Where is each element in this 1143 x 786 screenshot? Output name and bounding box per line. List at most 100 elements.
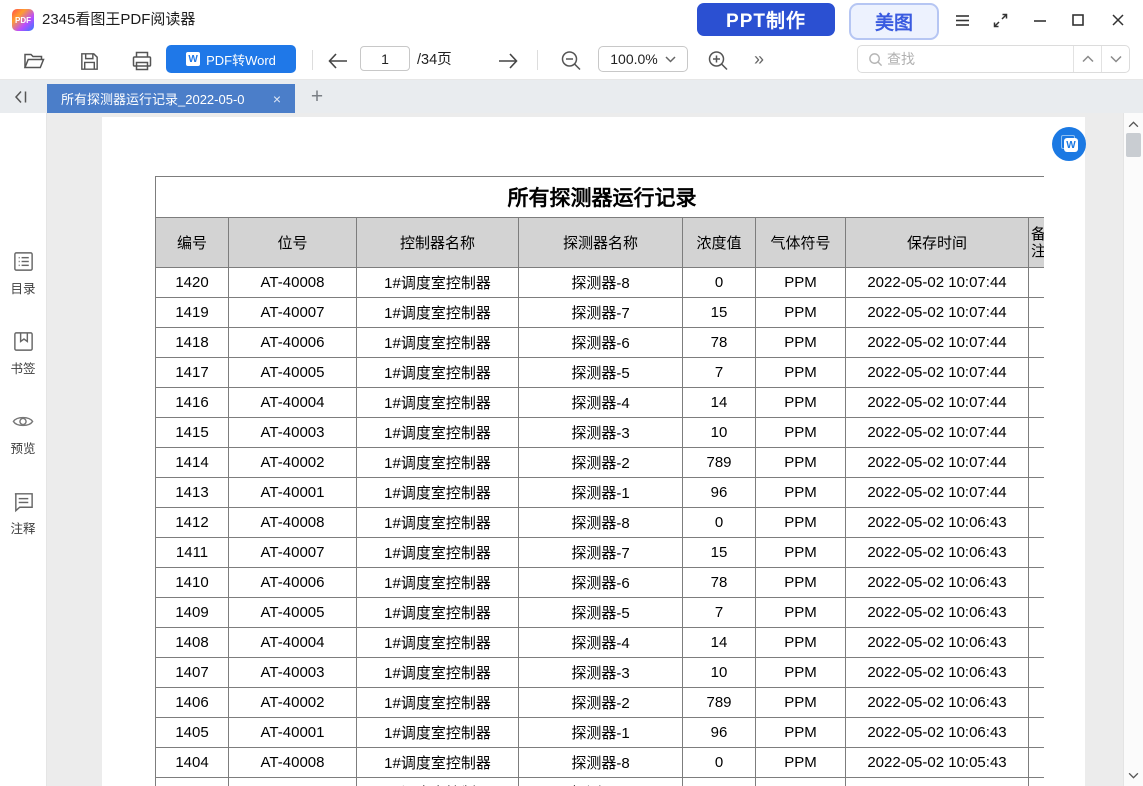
column-header: 气体符号	[756, 218, 846, 268]
table-cell: 探测器-5	[519, 598, 683, 628]
table-cell: 7	[683, 598, 756, 628]
window-title: 2345看图王PDF阅读器	[42, 0, 195, 40]
column-header: 保存时间	[846, 218, 1029, 268]
fullscreen-button[interactable]	[986, 0, 1014, 40]
more-tools-button[interactable]: »	[748, 40, 770, 80]
column-header: 位号	[229, 218, 357, 268]
document-area[interactable]: 所有探测器运行记录 编号位号控制器名称探测器名称浓度值气体符号保存时间备注 14…	[47, 113, 1123, 786]
table-cell: 1418	[156, 328, 229, 358]
table-cell	[1029, 598, 1045, 628]
table-cell: 15	[683, 538, 756, 568]
scrollbar-thumb[interactable]	[1126, 133, 1141, 157]
table-cell: 1#调度室控制器	[357, 268, 519, 298]
table-cell: 2022-05-02 10:07:44	[846, 448, 1029, 478]
sidebar-item-label: 预览	[0, 438, 46, 457]
table-cell: AT-40008	[229, 508, 357, 538]
collapse-panel-button[interactable]	[8, 85, 34, 108]
table-cell: 2022-05-02 10:06:43	[846, 568, 1029, 598]
export-to-word-floating-button[interactable]: W	[1052, 127, 1086, 161]
table-cell: 探测器-7	[519, 778, 683, 786]
search-input[interactable]	[883, 51, 1073, 67]
table-cell: 探测器-8	[519, 508, 683, 538]
collapse-left-icon	[13, 89, 29, 105]
table-row: 1413AT-400011#调度室控制器探测器-196PPM2022-05-02…	[156, 478, 1045, 508]
table-cell: 1414	[156, 448, 229, 478]
search-icon	[868, 52, 883, 67]
search-previous-button[interactable]	[1073, 46, 1101, 72]
document-tab[interactable]: 所有探测器运行记录_2022-05-0 ×	[47, 84, 295, 113]
table-cell: PPM	[756, 718, 846, 748]
new-tab-button[interactable]: +	[303, 84, 331, 112]
scroll-up-button[interactable]	[1124, 115, 1143, 133]
zoom-out-button[interactable]	[558, 48, 584, 74]
table-row: 1418AT-400061#调度室控制器探测器-678PPM2022-05-02…	[156, 328, 1045, 358]
table-cell	[1029, 688, 1045, 718]
open-file-button[interactable]	[21, 48, 47, 74]
zoom-level-select[interactable]: 100.0%	[598, 46, 688, 72]
sidebar-item-bookmark[interactable]: 书签	[0, 330, 46, 377]
table-row: 1412AT-400081#调度室控制器探测器-80PPM2022-05-02 …	[156, 508, 1045, 538]
menu-button[interactable]	[948, 0, 976, 40]
table-cell: 10	[683, 418, 756, 448]
sidebar-item-annotation[interactable]: 注释	[0, 490, 46, 537]
maximize-icon	[1070, 12, 1086, 28]
search-next-button[interactable]	[1101, 46, 1129, 72]
sidebar-item-preview[interactable]: 预览	[0, 410, 46, 457]
table-cell: AT-40008	[229, 268, 357, 298]
sidebar-item-label: 目录	[0, 278, 46, 297]
table-cell: 2022-05-02 10:05:43	[846, 748, 1029, 778]
print-button[interactable]	[129, 48, 155, 74]
expand-arrows-icon	[992, 12, 1009, 29]
close-button[interactable]	[1104, 0, 1132, 40]
maximize-button[interactable]	[1064, 0, 1092, 40]
page-number-input[interactable]	[360, 46, 410, 71]
document-title-row: 所有探测器运行记录	[156, 177, 1045, 218]
chevron-up-icon	[1128, 121, 1139, 128]
table-cell: 1#调度室控制器	[357, 718, 519, 748]
table-cell: AT-40007	[229, 538, 357, 568]
column-header: 备注	[1029, 218, 1045, 268]
pdf-page: 所有探测器运行记录 编号位号控制器名称探测器名称浓度值气体符号保存时间备注 14…	[102, 117, 1085, 786]
save-icon	[78, 50, 101, 73]
ppt-maker-button[interactable]: PPT制作	[697, 3, 835, 36]
meitu-button[interactable]: 美图	[849, 3, 939, 40]
table-row: 1420AT-400081#调度室控制器探测器-80PPM2022-05-02 …	[156, 268, 1045, 298]
table-cell: AT-40002	[229, 688, 357, 718]
next-page-button[interactable]	[495, 48, 521, 74]
table-row: 1408AT-400041#调度室控制器探测器-414PPM2022-05-02…	[156, 628, 1045, 658]
vertical-scrollbar[interactable]	[1123, 113, 1143, 786]
table-cell: 1#调度室控制器	[357, 598, 519, 628]
previous-page-button[interactable]	[325, 48, 351, 74]
table-cell: 15	[683, 778, 756, 786]
pdf-to-word-button[interactable]: W PDF转Word	[166, 45, 296, 73]
table-cell: 1411	[156, 538, 229, 568]
word-icon: W	[1064, 138, 1078, 152]
records-table-wrap: 所有探测器运行记录 编号位号控制器名称探测器名称浓度值气体符号保存时间备注 14…	[155, 176, 1044, 786]
tab-close-icon[interactable]: ×	[265, 91, 289, 107]
table-cell: 789	[683, 688, 756, 718]
table-cell: 1#调度室控制器	[357, 328, 519, 358]
table-cell: 2022-05-02 10:07:44	[846, 358, 1029, 388]
left-sidebar: 目录 书签 预览 注释	[0, 113, 47, 786]
column-header: 控制器名称	[357, 218, 519, 268]
table-cell: 探测器-1	[519, 718, 683, 748]
sidebar-item-catalog[interactable]: 目录	[0, 250, 46, 297]
table-cell: 1#调度室控制器	[357, 508, 519, 538]
table-cell: 2022-05-02 10:07:44	[846, 388, 1029, 418]
zoom-level-value: 100.0%	[610, 51, 657, 67]
table-cell: 探测器-4	[519, 388, 683, 418]
zoom-in-button[interactable]	[705, 48, 731, 74]
table-cell: 1#调度室控制器	[357, 538, 519, 568]
table-cell	[1029, 298, 1045, 328]
table-cell	[1029, 418, 1045, 448]
bookmark-icon	[12, 330, 35, 353]
table-cell	[1029, 718, 1045, 748]
save-button[interactable]	[76, 48, 102, 74]
scroll-down-button[interactable]	[1124, 766, 1143, 784]
table-cell: 探测器-8	[519, 748, 683, 778]
table-cell	[1029, 748, 1045, 778]
table-row: 1415AT-400031#调度室控制器探测器-310PPM2022-05-02…	[156, 418, 1045, 448]
minimize-button[interactable]	[1026, 0, 1054, 40]
close-icon	[1110, 12, 1126, 28]
table-row: 1409AT-400051#调度室控制器探测器-57PPM2022-05-02 …	[156, 598, 1045, 628]
